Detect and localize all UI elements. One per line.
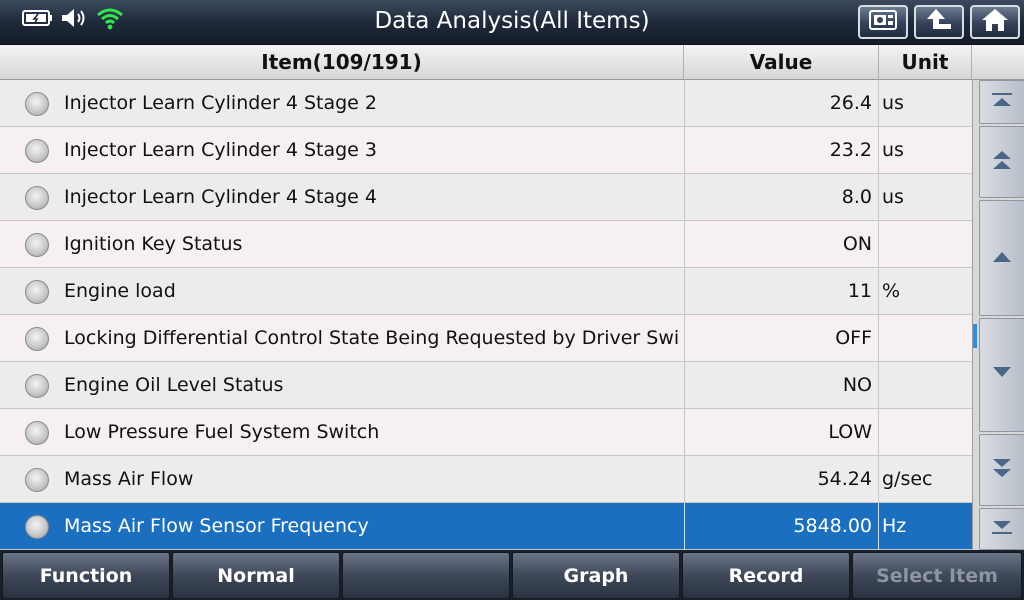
row-item-unit: [879, 409, 972, 456]
screenshot-button[interactable]: [858, 5, 908, 39]
row-item-name: Injector Learn Cylinder 4 Stage 4: [64, 186, 377, 208]
row-item-unit: [879, 362, 972, 409]
page-up-button[interactable]: [979, 126, 1024, 198]
row-item-name: Mass Air Flow Sensor Frequency: [64, 515, 369, 537]
column-header-item: Item(109/191): [0, 45, 684, 80]
table-row[interactable]: Injector Learn Cylinder 4 Stage 4 8.0 us: [0, 174, 972, 221]
home-icon: [980, 7, 1010, 37]
row-item-name: Mass Air Flow: [64, 468, 194, 490]
table-header: Item(109/191) Value Unit: [0, 45, 1024, 80]
line-down-icon: [990, 364, 1014, 386]
row-item-value: 23.2: [684, 127, 879, 174]
table-row[interactable]: Injector Learn Cylinder 4 Stage 3 23.2 u…: [0, 127, 972, 174]
row-radio-icon[interactable]: [25, 515, 49, 539]
line-down-button[interactable]: [979, 318, 1024, 432]
row-radio-icon[interactable]: [25, 186, 49, 210]
table-row[interactable]: Engine load 11 %: [0, 268, 972, 315]
row-item-name: Ignition Key Status: [64, 233, 243, 255]
table-row[interactable]: Engine Oil Level Status NO: [0, 362, 972, 409]
home-button[interactable]: [970, 5, 1020, 39]
row-radio-icon[interactable]: [25, 468, 49, 492]
row-item-value: OFF: [684, 315, 879, 362]
row-radio-icon[interactable]: [25, 421, 49, 445]
table-row[interactable]: Locking Differential Control State Being…: [0, 315, 972, 362]
row-radio-icon[interactable]: [25, 327, 49, 351]
row-item-value: LOW: [684, 409, 879, 456]
row-radio-icon[interactable]: [25, 280, 49, 304]
table-row[interactable]: Low Pressure Fuel System Switch LOW: [0, 409, 972, 456]
record-button[interactable]: Record: [682, 552, 850, 599]
normal-button[interactable]: Normal: [172, 552, 340, 599]
row-item-name: Injector Learn Cylinder 4 Stage 2: [64, 92, 377, 114]
row-radio-icon[interactable]: [25, 374, 49, 398]
row-item-value: 54.24: [684, 456, 879, 503]
select-item-button[interactable]: Select Item: [852, 552, 1022, 599]
row-radio-icon[interactable]: [25, 233, 49, 257]
row-item-name: Engine Oil Level Status: [64, 374, 284, 396]
row-item-name: Low Pressure Fuel System Switch: [64, 421, 380, 443]
table-row[interactable]: Injector Learn Cylinder 4 Stage 2 26.4 u…: [0, 80, 972, 127]
row-item-value: 5848.00: [684, 503, 879, 550]
scroll-bottom-icon: [990, 518, 1014, 540]
scroll-position-indicator: [973, 324, 977, 348]
row-item-value: 26.4: [684, 80, 879, 127]
table-row-selected[interactable]: Mass Air Flow Sensor Frequency 5848.00 H…: [0, 503, 972, 550]
row-radio-icon[interactable]: [25, 139, 49, 163]
row-item-unit: us: [882, 186, 904, 208]
row-item-name: Locking Differential Control State Being…: [64, 327, 679, 349]
row-item-value: NO: [684, 362, 879, 409]
empty-button[interactable]: [342, 552, 510, 599]
row-item-value: ON: [684, 221, 879, 268]
row-radio-icon[interactable]: [25, 92, 49, 116]
row-item-unit: us: [882, 92, 904, 114]
row-item-unit: Hz: [882, 515, 907, 537]
scroll-top-button[interactable]: [979, 80, 1024, 124]
row-item-value: 8.0: [684, 174, 879, 221]
line-up-button[interactable]: [979, 200, 1024, 316]
scroll-panel: [972, 80, 1024, 550]
scroll-top-icon: [990, 91, 1014, 113]
row-item-name: Engine load: [64, 280, 176, 302]
graph-button[interactable]: Graph: [512, 552, 680, 599]
row-item-unit: [879, 221, 972, 268]
back-button[interactable]: [914, 5, 964, 39]
function-button[interactable]: Function: [2, 552, 170, 599]
table-row[interactable]: Mass Air Flow 54.24 g/sec: [0, 456, 972, 503]
line-up-icon: [990, 247, 1014, 269]
data-list: Injector Learn Cylinder 4 Stage 2 26.4 u…: [0, 80, 972, 550]
scroll-bottom-button[interactable]: [979, 508, 1024, 550]
row-item-value: 11: [684, 268, 879, 315]
page-down-icon: [990, 455, 1014, 485]
column-header-scroll: [972, 45, 1024, 80]
title-bar: Data Analysis(All Items): [0, 0, 1024, 45]
bottom-toolbar: Function Normal Graph Record Select Item: [0, 550, 1024, 600]
row-item-name: Injector Learn Cylinder 4 Stage 3: [64, 139, 377, 161]
screenshot-icon: [868, 8, 898, 36]
page-up-icon: [990, 147, 1014, 177]
column-header-unit: Unit: [879, 45, 972, 80]
row-item-unit: %: [882, 280, 901, 302]
back-icon: [924, 7, 954, 37]
table-row[interactable]: Ignition Key Status ON: [0, 221, 972, 268]
column-header-value: Value: [684, 45, 879, 80]
page-down-button[interactable]: [979, 434, 1024, 506]
row-item-unit: g/sec: [882, 468, 933, 490]
row-item-unit: [879, 315, 972, 362]
row-item-unit: us: [882, 139, 904, 161]
